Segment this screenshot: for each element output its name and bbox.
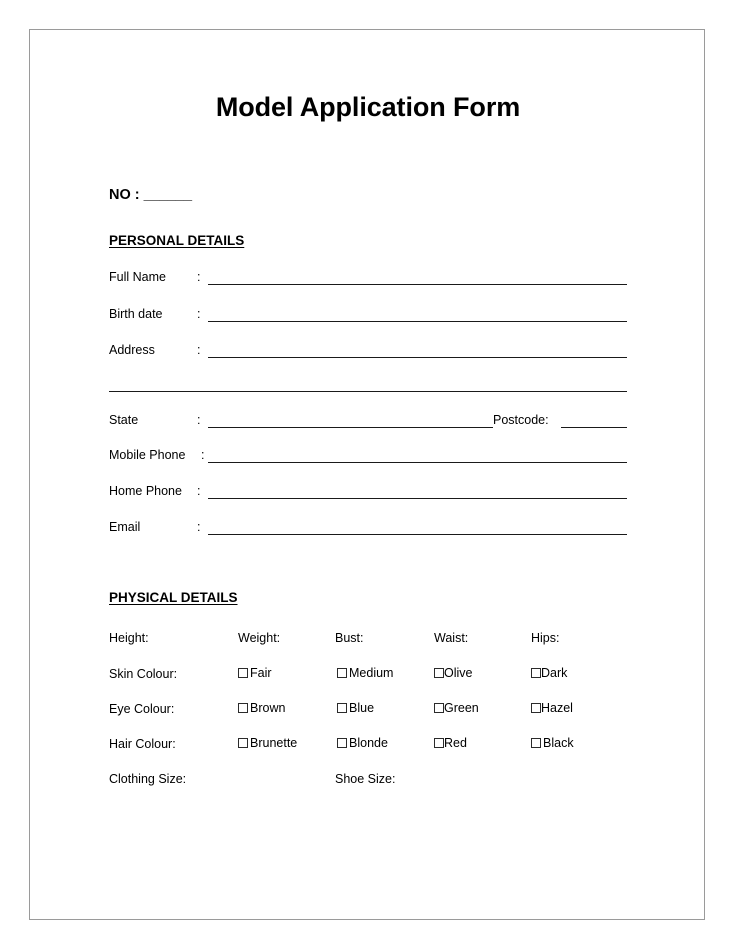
field-label-mobile-phone: Mobile Phone	[109, 448, 186, 462]
section-heading-personal-details: PERSONAL DETAILS	[109, 233, 245, 248]
checkbox-label: Blonde	[349, 736, 388, 750]
checkbox-label: Fair	[250, 666, 272, 680]
field-label-eye-colour: Eye Colour:	[109, 702, 175, 716]
field-input-email[interactable]	[208, 534, 627, 535]
field-input-address-line2[interactable]	[109, 391, 627, 392]
checkbox-option-brown[interactable]: Brown	[238, 701, 285, 715]
checkbox-option-blue[interactable]: Blue	[337, 701, 374, 715]
field-label-birth-date: Birth date	[109, 307, 163, 321]
checkbox-icon[interactable]	[238, 738, 248, 748]
field-row-email: Email :	[109, 520, 627, 538]
checkbox-option-red[interactable]: Red	[434, 736, 467, 750]
checkbox-label: Medium	[349, 666, 394, 680]
field-row-full-name: Full Name :	[109, 270, 627, 288]
checkbox-icon[interactable]	[337, 703, 347, 713]
checkbox-icon[interactable]	[337, 738, 347, 748]
checkbox-option-black[interactable]: Black	[531, 736, 574, 750]
field-input-birth-date[interactable]	[208, 321, 627, 322]
field-input-state[interactable]	[208, 427, 493, 428]
field-separator: :	[197, 413, 201, 427]
checkbox-icon[interactable]	[531, 703, 541, 713]
checkbox-icon[interactable]	[238, 668, 248, 678]
field-row-address: Address :	[109, 343, 627, 361]
checkbox-icon[interactable]	[434, 703, 444, 713]
checkbox-icon[interactable]	[337, 668, 347, 678]
checkbox-label: Hazel	[541, 701, 573, 715]
field-label-address: Address	[109, 343, 155, 357]
field-separator: :	[201, 448, 205, 462]
checkbox-label: Olive	[444, 666, 473, 680]
checkbox-label: Dark	[541, 666, 568, 680]
field-label-clothing-size: Clothing Size:	[109, 772, 187, 786]
checkbox-icon[interactable]	[531, 738, 541, 748]
checkbox-icon[interactable]	[531, 668, 541, 678]
checkbox-option-dark[interactable]: Dark	[531, 666, 567, 680]
form-page-sheet: Model Application Form NO : ______ PERSO…	[29, 29, 705, 920]
field-label-shoe-size: Shoe Size:	[335, 772, 396, 786]
field-separator: :	[197, 520, 201, 534]
field-row-birth-date: Birth date :	[109, 307, 627, 325]
checkbox-label: Brown	[250, 701, 286, 715]
checkbox-option-fair[interactable]: Fair	[238, 666, 272, 680]
field-label-full-name: Full Name	[109, 270, 166, 284]
checkbox-option-olive[interactable]: Olive	[434, 666, 472, 680]
field-input-mobile-phone[interactable]	[208, 462, 627, 463]
checkbox-icon[interactable]	[238, 703, 248, 713]
field-separator: :	[197, 343, 201, 357]
field-separator: :	[197, 270, 201, 284]
checkbox-label: Brunette	[250, 736, 298, 750]
field-label-waist: Waist:	[434, 631, 469, 645]
field-label-bust: Bust:	[335, 631, 364, 645]
field-label-email: Email	[109, 520, 141, 534]
reference-number-row: NO : ______	[109, 187, 192, 203]
page-title: Model Application Form	[215, 92, 521, 122]
field-separator: :	[197, 484, 201, 498]
checkbox-label: Green	[444, 701, 479, 715]
field-label-height: Height:	[109, 631, 149, 645]
checkbox-label: Blue	[349, 701, 375, 715]
sizes-row: Clothing Size: Shoe Size:	[109, 772, 627, 790]
field-label-weight: Weight:	[238, 631, 281, 645]
field-input-home-phone[interactable]	[208, 498, 627, 499]
checkbox-option-green[interactable]: Green	[434, 701, 479, 715]
measurements-row: Height: Weight: Bust: Waist: Hips:	[109, 631, 627, 649]
field-label-home-phone: Home Phone	[109, 484, 182, 498]
checkbox-option-blonde[interactable]: Blonde	[337, 736, 388, 750]
choice-row-hair-colour: Hair Colour: Brunette Blonde Red Black	[109, 736, 627, 756]
reference-number-blank[interactable]: ______	[144, 187, 192, 203]
checkbox-icon[interactable]	[434, 738, 444, 748]
field-label-hips: Hips:	[531, 631, 560, 645]
checkbox-option-brunette[interactable]: Brunette	[238, 736, 297, 750]
field-label-hair-colour: Hair Colour:	[109, 737, 176, 751]
checkbox-label: Red	[444, 736, 467, 750]
checkbox-icon[interactable]	[434, 668, 444, 678]
section-heading-physical-details: PHYSICAL DETAILS	[109, 590, 238, 605]
field-input-full-name[interactable]	[208, 284, 627, 285]
field-row-state-postcode: State : Postcode:	[109, 413, 627, 431]
field-separator: :	[197, 307, 201, 321]
choice-row-eye-colour: Eye Colour: Brown Blue Green Hazel	[109, 701, 627, 721]
checkbox-label: Black	[543, 736, 574, 750]
reference-number-label: NO :	[109, 187, 140, 203]
field-input-address-line1[interactable]	[208, 357, 627, 358]
field-row-home-phone: Home Phone :	[109, 484, 627, 502]
choice-row-skin-colour: Skin Colour: Fair Medium Olive Dark	[109, 666, 627, 686]
field-label-skin-colour: Skin Colour:	[109, 667, 178, 681]
field-row-mobile-phone: Mobile Phone :	[109, 448, 627, 466]
field-label-state: State	[109, 413, 139, 427]
checkbox-option-medium[interactable]: Medium	[337, 666, 393, 680]
checkbox-option-hazel[interactable]: Hazel	[531, 701, 573, 715]
field-label-postcode: Postcode:	[493, 413, 549, 427]
field-input-postcode[interactable]	[561, 427, 627, 428]
